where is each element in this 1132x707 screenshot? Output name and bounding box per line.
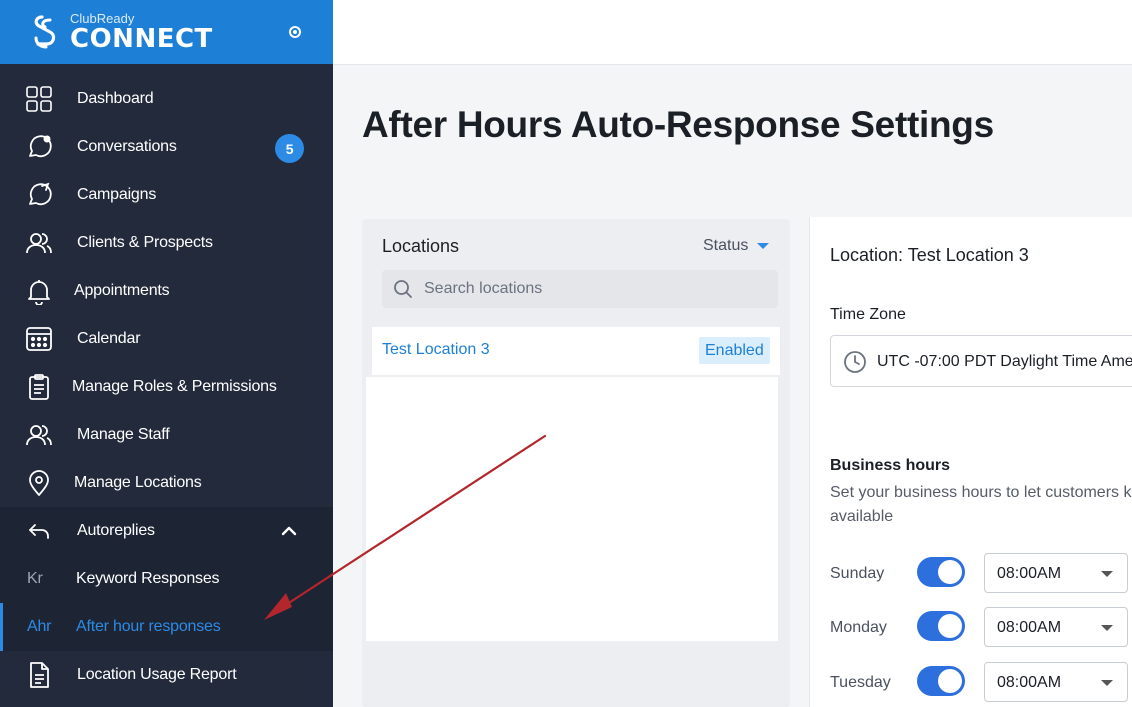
start-time-select[interactable]: 08:00AM [984, 553, 1128, 593]
sidebar-item-label: Conversations [77, 138, 177, 155]
active-indicator [0, 603, 3, 651]
sidebar-item-label: Appointments [74, 282, 170, 299]
sidebar-item-campaigns[interactable]: Campaigns [0, 171, 333, 219]
location-details-panel: Location: Test Location 3 Time Zone UTC … [809, 217, 1132, 707]
clipboard-icon [24, 373, 54, 401]
sidebar-item-label: Campaigns [77, 186, 157, 203]
start-time-select[interactable]: 08:00AM [984, 607, 1128, 647]
search-locations-box [382, 270, 778, 308]
locations-list-empty-area [366, 377, 778, 641]
sidebar-item-location-usage-report[interactable]: Location Usage Report [0, 651, 333, 699]
chevron-up-icon[interactable] [280, 522, 298, 540]
location-details-title: Location: Test Location 3 [830, 245, 1029, 265]
caret-down-icon [1101, 680, 1113, 686]
calendar-icon [24, 325, 54, 353]
users-icon [24, 421, 54, 449]
toggle-knob [938, 669, 962, 693]
business-hours-description: Set your business hours to let customers… [830, 481, 1132, 529]
sidebar-item-keyword-responses[interactable]: Kr Keyword Responses [0, 555, 333, 603]
sidebar-item-label: Dashboard [77, 90, 154, 107]
sidebar-item-label: Location Usage Report [77, 666, 237, 683]
day-label: Tuesday [830, 674, 891, 691]
location-name-link[interactable]: Test Location 3 [382, 341, 490, 359]
day-row-sunday: Sunday 08:00AM [830, 553, 1132, 593]
reply-arrow-icon [24, 517, 54, 545]
sidebar-item-clients-prospects[interactable]: Clients & Prospects [0, 219, 333, 267]
sidebar-item-label: Manage Locations [74, 474, 202, 491]
sidebar-item-label: Clients & Prospects [77, 234, 213, 251]
toggle-knob [938, 560, 962, 584]
search-icon [394, 280, 412, 298]
status-indicator-icon[interactable] [289, 26, 301, 38]
brand-header: ClubReady CONNECT [0, 0, 333, 64]
after-hour-responses-abbr: Ahr [27, 618, 52, 635]
day-enabled-toggle[interactable] [917, 611, 965, 641]
sidebar-item-label: Calendar [77, 330, 141, 347]
search-locations-input[interactable] [424, 270, 764, 308]
caret-down-icon [757, 243, 770, 249]
sidebar-item-dashboard[interactable]: Dashboard [0, 75, 333, 123]
business-hours-title: Business hours [830, 457, 951, 474]
start-time-value: 08:00AM [997, 619, 1062, 636]
locations-panel: Locations Status Test Location 3 Enabled [362, 219, 790, 707]
clock-icon [844, 351, 866, 373]
chat-bubble-icon [24, 133, 54, 161]
business-hours-description-line: Set your business hours to let customers… [830, 484, 1132, 501]
location-pin-icon [24, 469, 54, 497]
start-time-value: 08:00AM [997, 565, 1062, 582]
day-enabled-toggle[interactable] [917, 557, 965, 587]
caret-down-icon [1101, 625, 1113, 631]
timezone-label: Time Zone [830, 306, 906, 323]
sidebar-item-label: Autoreplies [77, 522, 155, 539]
sidebar-item-manage-roles[interactable]: Manage Roles & Permissions [0, 363, 333, 411]
sidebar-item-after-hour-responses[interactable]: Ahr After hour responses [0, 603, 333, 651]
locations-title: Locations [382, 236, 460, 256]
clubready-logo-icon [34, 15, 56, 49]
sidebar-item-label: Manage Roles & Permissions [72, 378, 277, 395]
status-badge: Enabled [699, 337, 770, 364]
brand-title: CONNECT [70, 24, 213, 54]
timezone-value: UTC -07:00 PDT Daylight Time America/Los… [877, 353, 1132, 370]
timezone-select[interactable]: UTC -07:00 PDT Daylight Time America/Los… [830, 335, 1132, 387]
day-label: Monday [830, 619, 887, 636]
brand-subtitle: ClubReady [70, 11, 135, 26]
keyword-responses-abbr: Kr [27, 570, 43, 587]
sidebar: ClubReady CONNECT Dashboard Conversation… [0, 0, 333, 707]
unread-count-badge: 5 [275, 134, 304, 163]
toggle-knob [938, 614, 962, 638]
sidebar-item-autoreplies[interactable]: Autoreplies [0, 507, 333, 555]
status-filter-label: Status [703, 237, 749, 254]
day-row-monday: Monday 08:00AM [830, 607, 1132, 647]
app-root: ClubReady CONNECT Dashboard Conversation… [0, 0, 1132, 707]
day-row-tuesday: Tuesday 08:00AM [830, 662, 1132, 702]
sidebar-item-manage-staff[interactable]: Manage Staff [0, 411, 333, 459]
page-title: After Hours Auto-Response Settings [362, 104, 994, 145]
caret-down-icon [1101, 571, 1113, 577]
document-icon [24, 661, 54, 689]
location-row[interactable]: Test Location 3 Enabled [372, 327, 780, 375]
top-bar [333, 0, 1132, 65]
bell-icon [24, 277, 54, 305]
day-label: Sunday [830, 565, 885, 582]
day-enabled-toggle[interactable] [917, 666, 965, 696]
start-time-select[interactable]: 08:00AM [984, 662, 1128, 702]
business-hours-description-line: available [830, 508, 894, 525]
status-filter-dropdown[interactable]: Status [703, 237, 770, 255]
sidebar-item-manage-locations[interactable]: Manage Locations [0, 459, 333, 507]
campaign-bubble-icon [24, 181, 54, 209]
sidebar-item-label: Keyword Responses [76, 570, 220, 587]
sidebar-item-label: After hour responses [76, 618, 221, 635]
users-icon [24, 229, 54, 257]
start-time-value: 08:00AM [997, 674, 1062, 691]
sidebar-item-appointments[interactable]: Appointments [0, 267, 333, 315]
sidebar-item-label: Manage Staff [77, 426, 170, 443]
sidebar-item-calendar[interactable]: Calendar [0, 315, 333, 363]
dashboard-grid-icon [24, 85, 54, 113]
sidebar-item-conversations[interactable]: Conversations 5 [0, 123, 333, 171]
